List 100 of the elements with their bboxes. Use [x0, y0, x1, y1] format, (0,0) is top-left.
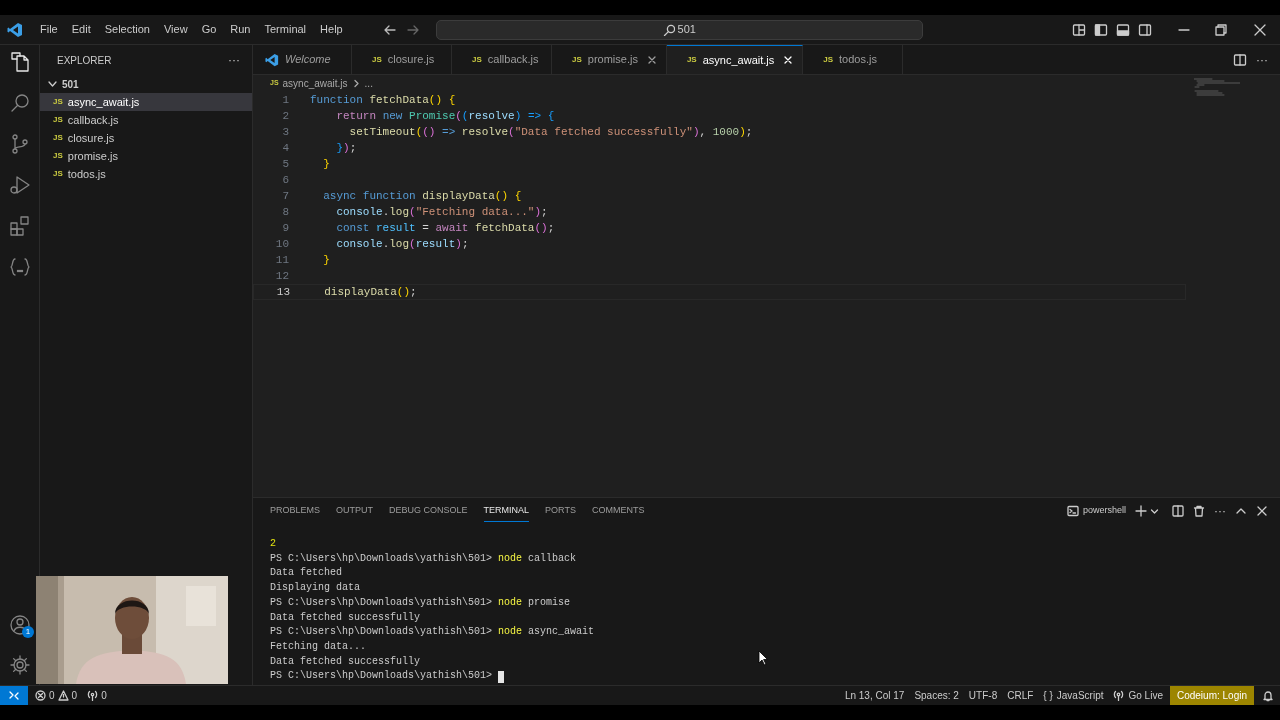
remote-icon[interactable]: [0, 686, 28, 705]
toggle-secondary-sidebar-icon[interactable]: [1138, 22, 1152, 37]
status-item[interactable]: CRLF: [1002, 686, 1039, 705]
editor-tab[interactable]: JS async_await.js: [666, 45, 804, 74]
chevron-down-icon[interactable]: [1150, 506, 1159, 516]
command-search-field[interactable]: 501: [435, 19, 923, 40]
editor-tab[interactable]: JS promise.js: [552, 45, 667, 74]
tree-item[interactable]: JS promise.js: [40, 147, 252, 165]
ports-button[interactable]: 0: [87, 688, 107, 703]
explorer-icon[interactable]: [8, 51, 31, 73]
line-number: 13: [275, 284, 290, 300]
terminal-line: PS C:\Users\hp\Downloads\yathish\501> node async_await: [270, 625, 595, 640]
close-icon[interactable]: [1254, 23, 1266, 36]
status-item[interactable]: Spaces: 2: [909, 686, 964, 705]
panel-tab[interactable]: DEBUG CONSOLE: [389, 500, 468, 522]
status-item[interactable]: UTF-8: [963, 686, 1003, 705]
terminal-line: 2: [270, 537, 276, 551]
settings-icon[interactable]: [9, 654, 31, 676]
editor-tab[interactable]: JS callback.js: [452, 45, 552, 74]
menu-item[interactable]: Help: [313, 18, 350, 41]
split-editor-icon[interactable]: [1233, 52, 1247, 67]
line-number: 2: [281, 108, 289, 124]
panel-tab[interactable]: PORTS: [545, 500, 576, 522]
menu-item[interactable]: File: [33, 18, 65, 41]
more-actions-button[interactable]: ···: [1214, 502, 1226, 520]
terminal-icon: [1066, 505, 1079, 517]
menu-item[interactable]: Go: [194, 18, 224, 41]
go-live-button[interactable]: Go Live: [1108, 686, 1168, 705]
antenna-icon: [87, 690, 99, 701]
line-number: 11: [274, 252, 289, 268]
line-number: 10: [274, 236, 289, 252]
split-terminal-icon[interactable]: [1172, 505, 1184, 517]
plus-icon[interactable]: [1135, 505, 1147, 517]
tree-item[interactable]: JS async_await.js: [40, 93, 252, 111]
tree-item[interactable]: JS callback.js: [40, 111, 252, 129]
editor-tab[interactable]: JS todos.js: [803, 45, 904, 74]
account-button[interactable]: 1: [9, 614, 33, 638]
restore-icon[interactable]: [1215, 23, 1227, 36]
panel-tab[interactable]: OUTPUT: [336, 500, 373, 522]
breadcrumb-item[interactable]: ...: [364, 76, 373, 91]
app-logo-icon: [265, 52, 279, 67]
terminal-line: Data fetched: [270, 566, 342, 581]
search-icon: [662, 23, 675, 36]
bell-icon[interactable]: [1262, 689, 1274, 702]
code-line: return new Promise((resolve) => {: [335, 108, 555, 124]
menu-item[interactable]: Terminal: [257, 18, 314, 41]
terminal-line: Displaying data: [270, 581, 360, 596]
tree-item[interactable]: JS todos.js: [40, 165, 252, 183]
notification-badge: 1: [22, 626, 34, 638]
breadcrumb-item[interactable]: async_await.js: [282, 76, 348, 91]
line-number: 12: [274, 268, 289, 284]
minimap: [1194, 78, 1240, 96]
code-line: async function displayData() {: [322, 188, 522, 204]
menu-item[interactable]: Selection: [97, 18, 157, 41]
terminal-line: PS C:\Users\hp\Downloads\yathish\501>: [270, 669, 493, 684]
status-item[interactable]: Ln 13, Col 17: [839, 686, 910, 705]
language-mode-button[interactable]: { } JavaScript: [1038, 686, 1109, 705]
code-line: }: [322, 156, 330, 172]
line-number: 6: [281, 172, 289, 188]
code-line: displayData();: [323, 284, 417, 300]
braces-icon[interactable]: [8, 256, 31, 278]
sidebar-title: EXPLORER: [57, 53, 112, 68]
error-icon: [35, 690, 46, 701]
menu-item[interactable]: Run: [223, 18, 258, 41]
chevron-right-icon: [351, 79, 361, 88]
menu-item[interactable]: View: [156, 18, 195, 41]
terminal-line: PS C:\Users\hp\Downloads\yathish\501> node promise: [270, 595, 571, 610]
line-number: 5: [281, 156, 289, 172]
trash-icon[interactable]: [1193, 505, 1205, 517]
more-actions-button[interactable]: ···: [228, 51, 240, 69]
line-number: 3: [281, 124, 289, 140]
tree-item[interactable]: JS closure.js: [40, 129, 252, 147]
terminal-line: Fetching data...: [270, 639, 366, 654]
customize-layout-icon[interactable]: [1072, 22, 1086, 37]
problems-button[interactable]: 0 0: [35, 688, 78, 703]
extensions-icon[interactable]: [8, 215, 31, 237]
toggle-panel-icon[interactable]: [1116, 22, 1130, 37]
panel-tab[interactable]: PROBLEMS: [270, 500, 320, 522]
toggle-sidebar-icon[interactable]: [1094, 22, 1108, 37]
terminal-line: Data fetched successfully: [270, 654, 421, 669]
mouse-pointer-icon: [758, 650, 768, 666]
editor-tab[interactable]: Welcome: [253, 45, 352, 74]
line-number: 1: [281, 92, 289, 108]
panel-tab[interactable]: COMMENTS: [591, 500, 645, 522]
editor-tab[interactable]: JS closure.js: [352, 45, 452, 74]
run-debug-icon[interactable]: [8, 174, 31, 196]
code-line: console.log(result);: [335, 236, 469, 252]
line-number: 4: [281, 140, 289, 156]
line-number: 7: [281, 188, 289, 204]
close-panel-icon[interactable]: [1256, 505, 1268, 517]
panel-tab[interactable]: TERMINAL: [483, 499, 530, 523]
terminal-line: PS C:\Users\hp\Downloads\yathish\501> node callback: [270, 551, 577, 566]
folder-header[interactable]: 501: [40, 75, 252, 93]
code-line: function fetchData() {: [310, 92, 456, 108]
menu-item[interactable]: Edit: [64, 18, 98, 41]
code-line: const result = await fetchData();: [335, 220, 555, 236]
more-actions-button[interactable]: ···: [1256, 50, 1268, 69]
codeium-login-button[interactable]: Codeium: Login: [1169, 686, 1254, 705]
terminal-profile-button[interactable]: powershell: [1066, 504, 1126, 518]
code-line: });: [335, 140, 357, 156]
